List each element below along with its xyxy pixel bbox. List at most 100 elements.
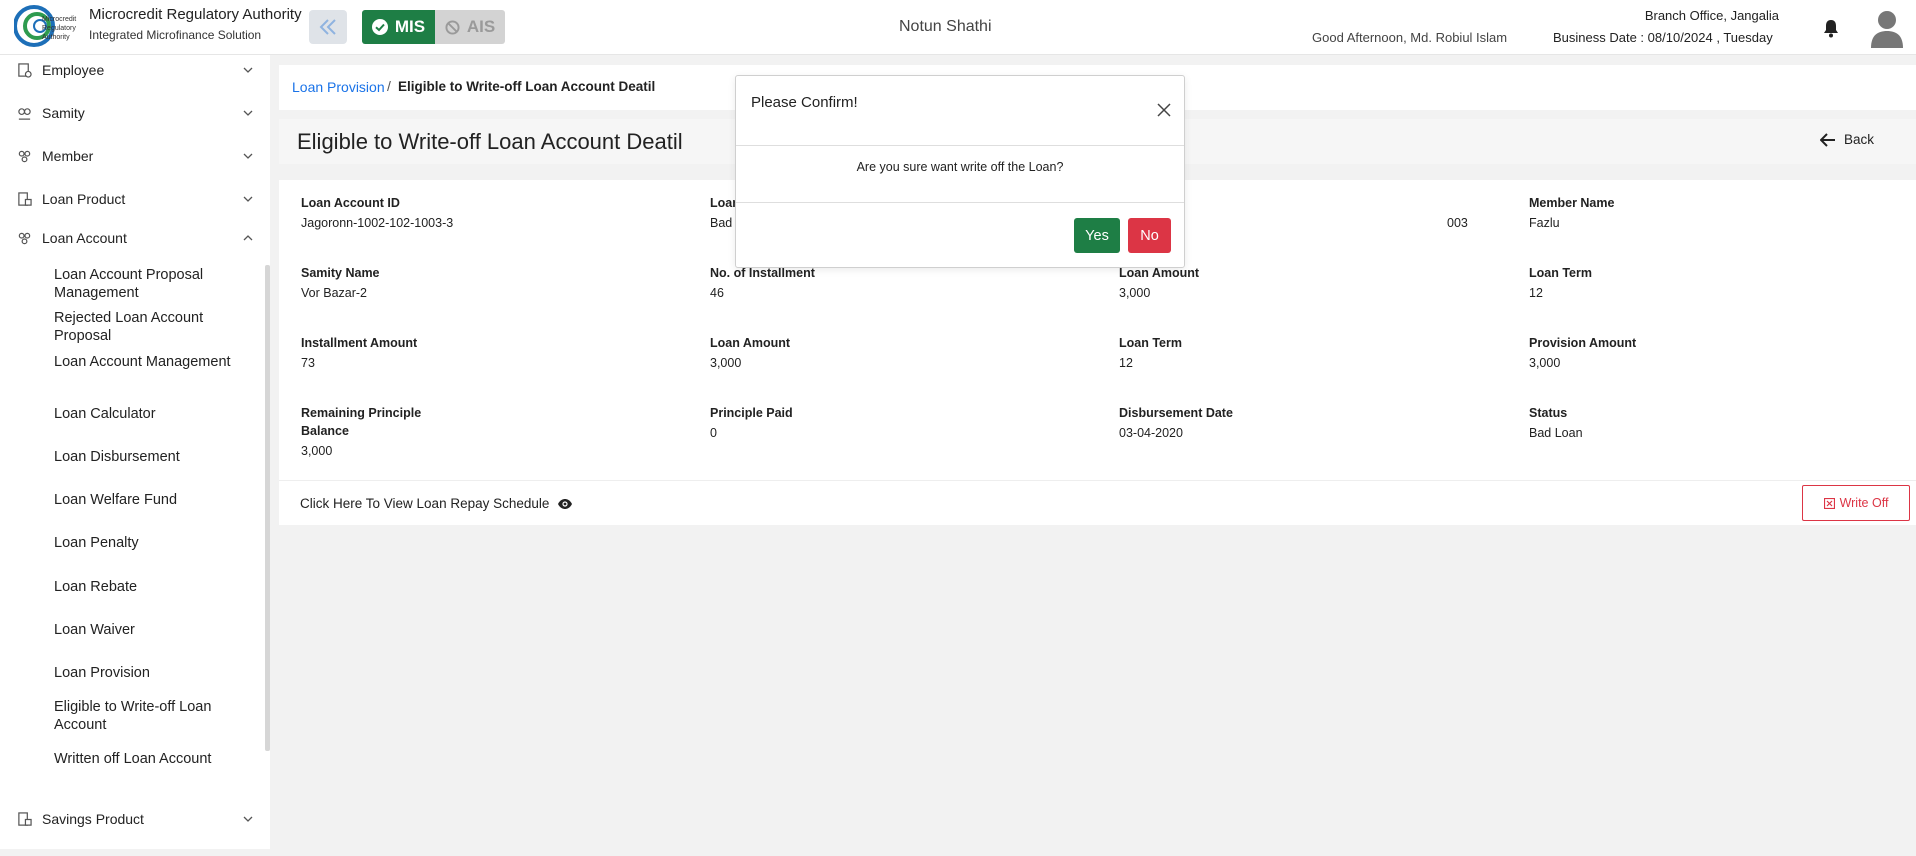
sidebar-item-member[interactable]: Member [0,141,262,171]
field-value: 3,000 [1119,286,1151,300]
loan-account-icon [18,232,31,244]
sidebar-item-label: Savings Product [42,811,144,827]
arrow-left-icon [1820,132,1835,147]
field-principle-paid: Principle Paid 0 [710,404,1090,440]
user-avatar-icon[interactable] [1870,8,1904,48]
field-value: Bad Loan [1529,426,1583,440]
confirm-dialog: Please Confirm! Are you sure want write … [735,75,1185,268]
savings-product-icon [18,811,32,826]
field-label: Loan Amount [710,336,791,350]
sidebar-item-label: Employee [42,62,105,78]
member-icon [18,150,31,162]
chevron-down-icon [243,67,253,73]
field-member-name: Member Name Fazlu [1529,194,1909,230]
svg-text:Authority: Authority [42,34,70,41]
field-value: Vor Bazar-2 [301,286,368,300]
loan-product-icon [18,191,32,206]
chevron-down-icon [243,816,253,822]
field-partial-hidden: 003 [1447,194,1507,230]
write-off-label: Write Off [1839,496,1889,510]
org-subtitle: Integrated Microfinance Solution [89,28,262,42]
employee-icon [18,62,32,78]
field-label: Installment Amount [301,336,418,350]
business-date: Business Date : 08/10/2024 , Tuesday [1553,30,1773,45]
field-loan-account-id: Loan Account ID Jagoronn-1002-102-1003-3 [301,194,681,230]
divider [736,202,1184,203]
sidebar-item-samity[interactable]: Samity [0,98,262,128]
field-status: Status Bad Loan [1529,404,1909,440]
yes-button[interactable]: Yes [1074,218,1120,253]
field-value: 0 [710,426,717,440]
ban-icon [445,19,460,35]
sidebar-sub-loan-welfare-fund[interactable]: Loan Welfare Fund [54,491,254,509]
breadcrumb-loan-provision-link[interactable]: Loan Provision [292,79,385,95]
sidebar-item-employee[interactable]: Employee [0,55,262,85]
field-value: Jagoronn-1002-102-1003-3 [301,216,454,230]
sidebar-sub-loan-disbursement[interactable]: Loan Disbursement [54,448,254,466]
bell-icon[interactable] [1822,18,1840,38]
field-label: Loan Term [1119,336,1182,350]
close-icon[interactable] [1156,102,1172,118]
sidebar-item-label: Samity [42,105,85,121]
field-no-of-installment: No. of Installment 46 [710,264,1090,300]
sidebar-item-label: Loan Product [42,191,126,207]
sidebar-item-label: Member [42,148,94,164]
field-value: 3,000 [710,356,742,370]
divider [736,145,1184,146]
mis-label: MIS [394,17,426,36]
ais-label: AIS [466,17,496,36]
field-value: 12 [1529,286,1543,300]
no-button[interactable]: No [1128,218,1171,253]
chevron-down-icon [243,196,253,202]
ais-toggle-button[interactable]: AIS [435,10,505,44]
sidebar-item-savings-product[interactable]: Savings Product [0,804,262,834]
back-label: Back [1844,132,1875,147]
field-label [1447,194,1507,212]
sidebar-item-label: Loan Account [42,230,127,246]
write-off-button[interactable]: Write Off [1802,485,1910,521]
top-header: Microcredit Regulatory Authority Microcr… [0,0,1916,55]
field-label: Member Name [1529,196,1615,210]
sidebar-sub-loan-provision[interactable]: Loan Provision [54,664,254,682]
field-installment-amount: Installment Amount 73 [301,334,681,370]
repay-link-label: Click Here To View Loan Repay Schedule [300,496,550,511]
field-value: 12 [1119,356,1133,370]
field-label: Provision Amount [1529,336,1637,350]
breadcrumb-current: Eligible to Write-off Loan Account Deati… [398,79,656,94]
sidebar-sub-loan-account-proposal-management[interactable]: Loan Account Proposal Management [54,266,254,302]
sidebar-scrollbar[interactable] [265,265,270,751]
sidebar: Employee Samity Member Loan Product Loan… [0,55,270,849]
field-samity-name: Samity Name Vor Bazar-2 [301,264,681,300]
field-value: Fazlu [1529,216,1560,230]
sidebar-item-loan-product[interactable]: Loan Product [0,184,262,214]
mis-toggle-button[interactable]: MIS [362,10,435,44]
detail-card-footer: Click Here To View Loan Repay Schedule W… [279,480,1916,525]
sidebar-sub-eligible-write-off[interactable]: Eligible to Write-off Loan Account [54,698,254,734]
samity-icon [18,107,31,120]
collapse-sidebar-button[interactable] [309,10,347,44]
page-title: Eligible to Write-off Loan Account Deati… [297,129,683,154]
sidebar-item-loan-account[interactable]: Loan Account [0,223,262,253]
field-provision-amount: Provision Amount 3,000 [1529,334,1909,370]
sidebar-sub-loan-waiver[interactable]: Loan Waiver [54,621,254,639]
mra-logo[interactable]: Microcredit Regulatory Authority [14,3,82,51]
sidebar-sub-loan-penalty[interactable]: Loan Penalty [54,534,254,552]
greeting-text: Good Afternoon, Md. Robiul Islam [1312,30,1508,45]
app-title: Notun Shathi [899,18,992,35]
svg-text:Microcredit: Microcredit [42,16,76,23]
breadcrumb-separator: / [387,78,391,94]
sidebar-sub-loan-rebate[interactable]: Loan Rebate [54,578,254,596]
sidebar-sub-loan-account-management[interactable]: Loan Account Management [54,353,254,371]
back-button[interactable]: Back [1820,132,1874,147]
view-repay-schedule-link[interactable]: Click Here To View Loan Repay Schedule [300,496,573,511]
field-label: Principle Paid [710,406,793,420]
field-value: 003 [1447,216,1468,230]
field-disbursement-date: Disbursement Date 03-04-2020 [1119,404,1499,440]
sidebar-sub-rejected-loan-account-proposal[interactable]: Rejected Loan Account Proposal [54,309,254,345]
dialog-title: Please Confirm! [751,94,858,111]
sidebar-sub-loan-calculator[interactable]: Loan Calculator [54,405,254,423]
field-label: Loan Account ID [301,196,400,210]
field-loan-amount: Loan Amount 3,000 [1119,264,1499,300]
close-square-icon [1823,497,1835,509]
sidebar-sub-written-off-loan-account[interactable]: Written off Loan Account [54,750,254,768]
